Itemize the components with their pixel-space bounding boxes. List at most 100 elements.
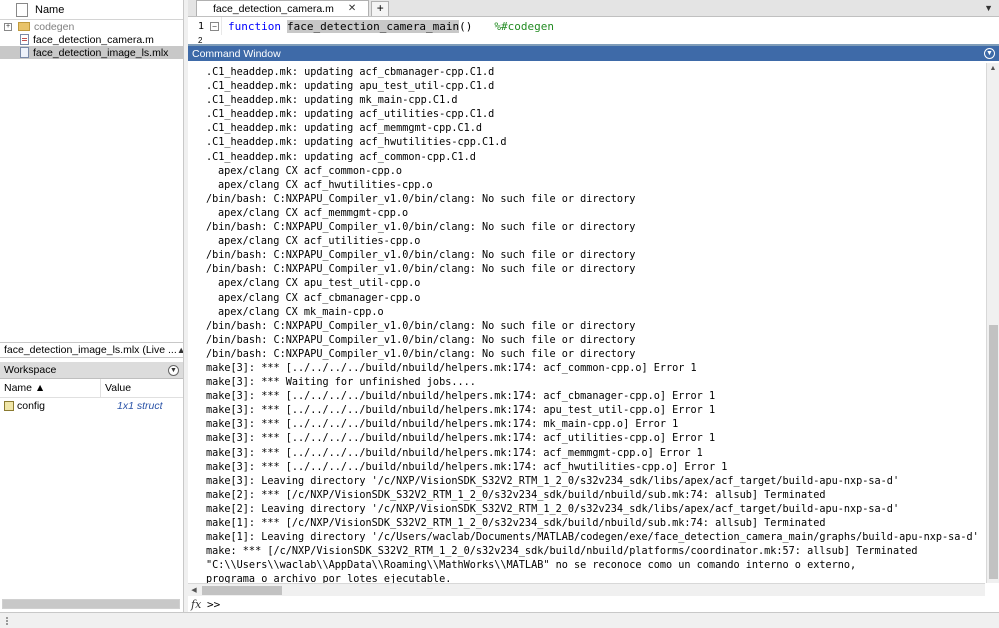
command-window-title: Command Window (192, 47, 281, 60)
folder-item-codegen[interactable]: + codegen (0, 20, 183, 33)
command-output-line: make[3]: *** [../../../../build/nbuild/h… (206, 362, 697, 374)
code-function-name: face_detection_camera_main (286, 19, 460, 33)
command-output-line: /bin/bash: C:NXPAPU_Compiler_v1.0/bin/cl… (206, 264, 636, 276)
workspace-value-column[interactable]: Value (101, 382, 131, 394)
left-panel: Name + codegen face_detection_camera.m f… (0, 0, 184, 612)
scroll-left-icon[interactable]: ◀ (188, 586, 200, 594)
code-fold-gutter: − (208, 17, 222, 35)
file-item-face-detection-camera[interactable]: face_detection_camera.m (0, 33, 183, 46)
command-output-line: apex/clang CX acf_cbmanager-cpp.o (218, 292, 421, 304)
command-window-vertical-scrollbar[interactable]: ▲ (986, 63, 999, 583)
folder-icon (18, 22, 30, 31)
workspace-title-bar: Workspace ▼ (0, 362, 183, 379)
code-parens: () (459, 19, 473, 33)
command-output-line: apex/clang CX acf_utilities-cpp.o (218, 236, 421, 248)
command-output-line: /bin/bash: C:NXPAPU_Compiler_v1.0/bin/cl… (206, 320, 636, 332)
matlab-desktop: Name + codegen face_detection_camera.m f… (0, 0, 999, 628)
command-output[interactable]: .C1_headdep.mk: updating acf_cbmanager-c… (188, 63, 985, 583)
chevron-down-icon[interactable]: ▼ (984, 3, 993, 13)
command-window-actions-icon[interactable]: ▼ (984, 48, 995, 59)
live-script-icon (20, 47, 29, 58)
command-output-line: make[3]: *** [../../../../build/nbuild/h… (206, 391, 716, 403)
code-comment: %#codegen (494, 19, 555, 33)
editor-panel: face_detection_camera.m ✕ + ▼ 1 − functi… (188, 0, 999, 45)
expand-plus-icon[interactable]: + (4, 22, 12, 31)
command-output-line: .C1_headdep.mk: updating acf_cbmanager-c… (206, 67, 495, 78)
command-output-line: /bin/bash: C:NXPAPU_Compiler_v1.0/bin/cl… (206, 334, 636, 346)
command-output-line: apex/clang CX mk_main-cpp.o (218, 306, 384, 318)
command-output-line: make[3]: *** [../../../../build/nbuild/h… (206, 461, 728, 473)
command-output-line: /bin/bash: C:NXPAPU_Compiler_v1.0/bin/cl… (206, 250, 636, 262)
command-window: Command Window ▼ .C1_headdep.mk: updatin… (188, 44, 999, 612)
command-output-line: make[3]: *** [../../../../build/nbuild/h… (206, 419, 679, 431)
command-output-line: .C1_headdep.mk: updating acf_common-cpp.… (206, 151, 476, 163)
line-number: 1 (197, 20, 204, 32)
command-window-title-bar: Command Window ▼ (188, 46, 999, 61)
status-bar (0, 612, 999, 628)
workspace-column-headers: Name ▲ Value (0, 379, 183, 398)
variable-value: 1x1 struct (117, 399, 163, 412)
command-output-line: apex/clang CX apu_test_util-cpp.o (218, 278, 421, 290)
workspace-horizontal-scrollbar[interactable] (2, 599, 180, 609)
fold-minus-icon[interactable]: − (210, 21, 219, 31)
command-output-line: /bin/bash: C:NXPAPU_Compiler_v1.0/bin/cl… (206, 222, 636, 234)
command-output-line: "C:\\Users\\waclab\\AppData\\Roaming\\Ma… (206, 560, 857, 572)
workspace-name-column[interactable]: Name ▲ (0, 379, 101, 397)
code-keyword: function (228, 19, 281, 33)
name-column-header[interactable]: Name (35, 4, 64, 16)
command-output-line: .C1_headdep.mk: updating apu_test_util-c… (206, 81, 495, 93)
command-prompt: >> (207, 597, 221, 611)
new-tab-button[interactable]: + (371, 1, 390, 16)
file-item-label: face_detection_camera.m (33, 33, 154, 46)
code-line-1[interactable]: 1 − function face_detection_camera_main … (188, 17, 999, 35)
current-folder-header[interactable]: Name (0, 0, 183, 20)
command-output-line: make[2]: Leaving directory '/c/NXP/Visio… (206, 503, 900, 515)
file-type-icon (16, 2, 28, 17)
command-prompt-line[interactable]: fx >> (188, 597, 999, 611)
tab-face-detection-camera[interactable]: face_detection_camera.m ✕ (196, 0, 370, 16)
close-tab-icon[interactable]: ✕ (348, 3, 356, 14)
file-item-label: codegen (34, 20, 75, 33)
workspace-panel: Workspace ▼ Name ▲ Value config 1x1 stru… (0, 362, 183, 612)
command-window-horizontal-scrollbar[interactable]: ◀ (188, 583, 985, 596)
struct-variable-icon (4, 400, 14, 411)
scrollbar-thumb[interactable] (989, 325, 998, 579)
command-output-line: make[3]: *** [../../../../build/nbuild/h… (206, 433, 716, 445)
command-output-line: make[1]: Leaving directory '/c/Users/wac… (206, 532, 979, 544)
command-output-line: apex/clang CX acf_hwutilities-cpp.o (218, 179, 433, 191)
command-output-line: make[3]: Leaving directory '/c/NXP/Visio… (206, 475, 900, 487)
scroll-up-icon[interactable]: ▲ (987, 63, 999, 74)
command-output-line: apex/clang CX acf_memmgmt-cpp.o (218, 207, 409, 219)
file-item-face-detection-image-ls[interactable]: face_detection_image_ls.mlx (0, 46, 183, 59)
scrollbar-thumb[interactable] (202, 585, 282, 595)
command-output-line: /bin/bash: C:NXPAPU_Compiler_v1.0/bin/cl… (206, 348, 636, 360)
scrollbar-thumb[interactable] (3, 600, 179, 608)
command-output-line: .C1_headdep.mk: updating mk_main-cpp.C1.… (206, 95, 458, 107)
workspace-row[interactable]: config 1x1 struct (0, 398, 183, 413)
command-output-line: .C1_headdep.mk: updating acf_hwutilities… (206, 137, 507, 149)
m-file-icon (20, 34, 29, 45)
tab-label: face_detection_camera.m (213, 2, 334, 15)
command-output-line: make[3]: *** Waiting for unfinished jobs… (206, 377, 476, 389)
command-output-line: make: *** [/c/NXP/VisionSDK_S32V2_RTM_1_… (206, 546, 918, 558)
details-file-label: face_detection_image_ls.mlx (Live ... (4, 344, 177, 356)
workspace-actions-icon[interactable]: ▼ (168, 364, 179, 376)
command-output-line: apex/clang CX acf_common-cpp.o (218, 165, 403, 177)
details-panel-header[interactable]: face_detection_image_ls.mlx (Live ... ▲ (0, 342, 183, 358)
workspace-title: Workspace (4, 364, 57, 376)
current-folder-browser: Name + codegen face_detection_camera.m f… (0, 0, 183, 340)
command-output-line: programa o archivo por lotes ejecutable. (206, 574, 452, 583)
variable-name: config (17, 399, 46, 412)
command-output-line: make[1]: *** [/c/NXP/VisionSDK_S32V2_RTM… (206, 518, 826, 529)
command-output-line: make[3]: *** [../../../../build/nbuild/h… (206, 447, 703, 459)
editor-tabs: face_detection_camera.m ✕ + ▼ (188, 0, 999, 17)
chevron-up-icon[interactable]: ▲ (177, 345, 183, 355)
file-item-label: face_detection_image_ls.mlx (33, 46, 169, 59)
command-output-line: .C1_headdep.mk: updating acf_utilities-c… (206, 109, 495, 121)
command-output-line: /bin/bash: C:NXPAPU_Compiler_v1.0/bin/cl… (206, 193, 636, 205)
command-output-line: make[3]: *** [../../../../build/nbuild/h… (206, 405, 716, 417)
command-output-line: make[2]: *** [/c/NXP/VisionSDK_S32V2_RTM… (206, 489, 826, 501)
command-output-line: .C1_headdep.mk: updating acf_memmgmt-cpp… (206, 123, 483, 135)
status-grip-icon (6, 617, 14, 625)
function-browser-icon[interactable]: fx (188, 598, 204, 611)
